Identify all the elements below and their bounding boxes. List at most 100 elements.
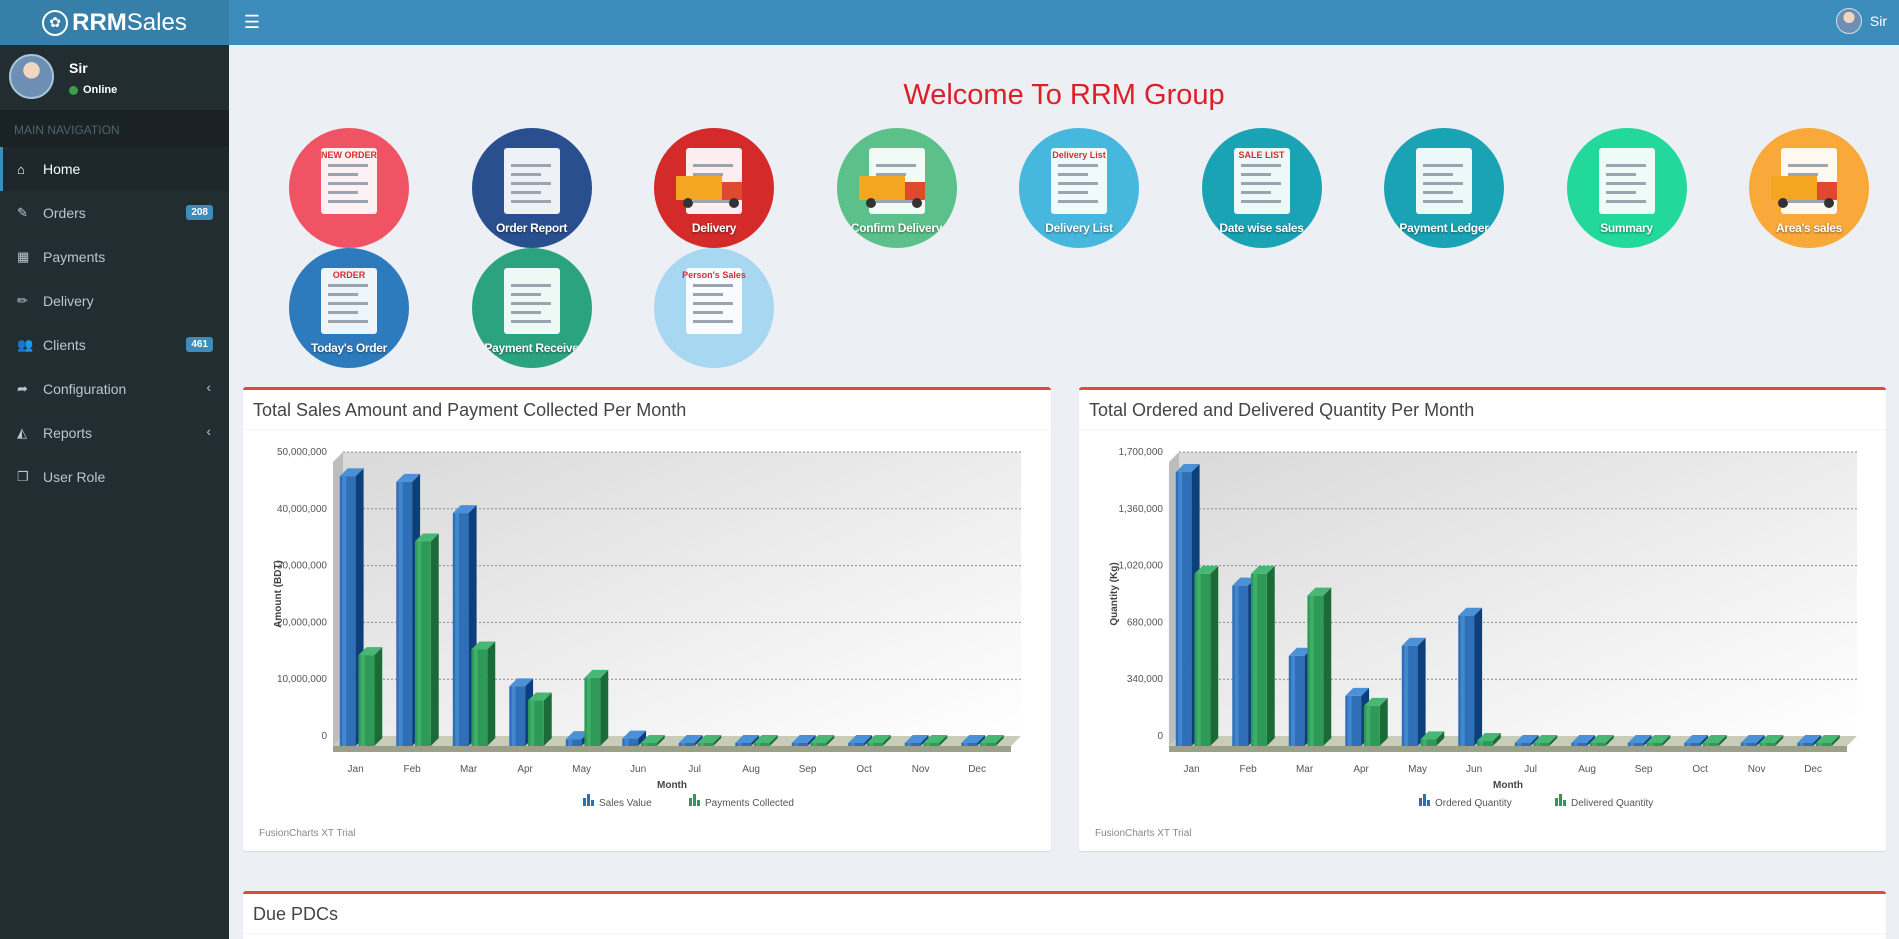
x-axis-title: Month [1493,780,1523,791]
x-tick-label: Nov [1748,764,1766,775]
bar-series1-jun[interactable] [1458,607,1483,746]
x-tick-label: Feb [1239,764,1257,775]
x-tick-label: Jun [1466,764,1482,775]
tile-todays-order[interactable]: ORDER Today's Order [289,248,409,368]
y-tick-label: 50,000,000 [277,447,327,458]
quantity-chart-box: Total Ordered and Delivered Quantity Per… [1079,387,1886,851]
legend-item[interactable]: Ordered Quantity [1419,794,1512,809]
bar-series2-jan[interactable] [1194,565,1219,746]
user-panel: Sir Online [0,45,229,110]
x-tick-label: Jul [1524,764,1537,775]
orders-count-badge: 208 [186,205,213,220]
tile-date-wise-sales[interactable]: SALE LIST Date wise sales [1201,128,1322,248]
bar-series1-may[interactable] [1401,637,1426,746]
legend-item[interactable]: Sales Value [583,794,652,809]
logo-icon: ✿ [42,9,69,36]
y-axis-title: Amount (BDT) [273,560,284,628]
bar-series2-may[interactable] [584,669,609,746]
quantity-chart-title: Total Ordered and Delivered Quantity Per… [1079,390,1886,430]
user-menu[interactable]: Sir [1835,8,1887,34]
y-tick-label: 1,360,000 [1119,504,1164,515]
logo-text: RRMSales [72,8,187,36]
tile-delivery-list[interactable]: Delivery List Delivery List [1019,128,1139,248]
svg-text:Ordered Quantity: Ordered Quantity [1435,798,1512,809]
legend-item[interactable]: Delivered Quantity [1555,794,1653,809]
bar-series2-mar[interactable] [1307,587,1332,746]
tile-areas-sales[interactable]: Area's sales [1749,128,1869,248]
header-user-name: Sir [1869,13,1887,29]
bar-series2-apr[interactable] [1363,697,1388,746]
home-icon: ⌂ [17,161,25,177]
area-chart-icon: ◭ [17,425,27,440]
sidebar-item-payments[interactable]: ▦ Payments [0,235,229,279]
tile-label: Payment Ledger [1399,221,1489,235]
quantity-chart: 0 340,000 680,000 1,020,000 1,360,000 1,700,0… [1079,430,1886,851]
svg-text:Payments Collected: Payments Collected [705,798,794,809]
tile-persons-sales[interactable]: Person's Sales [654,248,774,368]
grid-icon: ▦ [17,249,30,264]
x-tick-label: Aug [1578,764,1596,775]
tile-top-text: SALE LIST [1238,150,1285,160]
bar-series2-jan[interactable] [358,647,383,746]
tile-summary[interactable]: Summary [1566,128,1687,248]
tile-label: Date wise sales [1219,221,1304,235]
users-icon: 👥 [17,337,34,352]
x-tick-label: Oct [856,764,872,775]
tile-label: Delivery List [1045,221,1113,235]
tile-top-text: Delivery List [1052,150,1106,160]
tile-payment-receive[interactable]: Payment Receive [471,248,592,368]
online-status: Online [69,84,117,96]
sales-chart: 0 10,000,000 20,000,000 30,000,000 40,000,00… [243,430,1051,851]
tile-top-text: ORDER [332,270,366,280]
tile-confirm-delivery[interactable]: Confirm Delivery [836,128,957,248]
tile-label: Payment Receive [484,341,579,355]
bar-series2-apr[interactable] [527,692,552,746]
x-tick-label: Nov [912,764,930,775]
tile-label: Delivery [691,221,737,235]
plot-background [343,452,1021,736]
chart-svg: 0 10,000,000 20,000,000 30,000,000 40,000,00… [273,447,1021,809]
y-tick-label: 0 [1157,731,1163,742]
legend-item[interactable]: Payments Collected [689,794,794,809]
pencil-icon: ✏ [17,293,28,308]
sidebar-item-configuration[interactable]: ➦ Configuration ‹ [0,367,229,411]
bar-series2-feb[interactable] [414,533,439,746]
avatar [1835,8,1862,34]
sidebar-item-home[interactable]: ⌂ Home [0,147,229,191]
new-order-icon [321,148,377,214]
tile-label: Summary [1600,221,1653,235]
tile-label: Area's sales [1776,221,1842,235]
x-tick-label: Jan [1184,764,1200,775]
tile-delivery[interactable]: Delivery [654,128,774,248]
tile-new-order[interactable]: NEW ORDER [289,128,409,248]
x-tick-label: Sep [1635,764,1653,775]
bar-series2-feb[interactable] [1250,565,1275,746]
sidebar-item-reports[interactable]: ◭ Reports ‹ [0,411,229,455]
x-tick-label: May [572,764,591,775]
x-tick-label: Dec [968,764,986,775]
x-tick-label: Apr [517,764,533,775]
sales-chart-box: Total Sales Amount and Payment Collected… [243,387,1051,851]
y-tick-label: 0 [321,731,327,742]
due-pdcs-title: Due PDCs [243,894,1886,934]
tile-payment-ledger[interactable]: Payment Ledger [1384,128,1504,248]
x-tick-label: Sep [799,764,817,775]
y-tick-label: 40,000,000 [277,504,327,515]
x-tick-label: Apr [1353,764,1369,775]
app-logo[interactable]: ✿ RRMSales [0,0,229,45]
y-tick-label: 680,000 [1127,617,1164,628]
sidebar-item-user-role[interactable]: ❐ User Role [0,455,229,499]
sidebar-toggle-icon[interactable]: ☰ [241,11,263,33]
tile-label: Today's Order [310,341,388,355]
tile-order-report[interactable]: Order Report [471,128,592,248]
bar-series2-mar[interactable] [471,641,496,746]
y-tick-label: 20,000,000 [277,617,327,628]
tile-top-text: Person's Sales [682,270,746,280]
online-dot-icon [69,85,78,95]
sidebar-item-delivery[interactable]: ✏ Delivery [0,279,229,323]
sidebar-item-clients[interactable]: 👥 Clients 461 [0,323,229,367]
sidebar-item-orders[interactable]: ✎ Orders 208 [0,191,229,235]
due-pdcs-box: Due PDCs [243,891,1886,939]
x-tick-label: Mar [460,764,478,775]
sales-chart-title: Total Sales Amount and Payment Collected… [243,390,1051,430]
